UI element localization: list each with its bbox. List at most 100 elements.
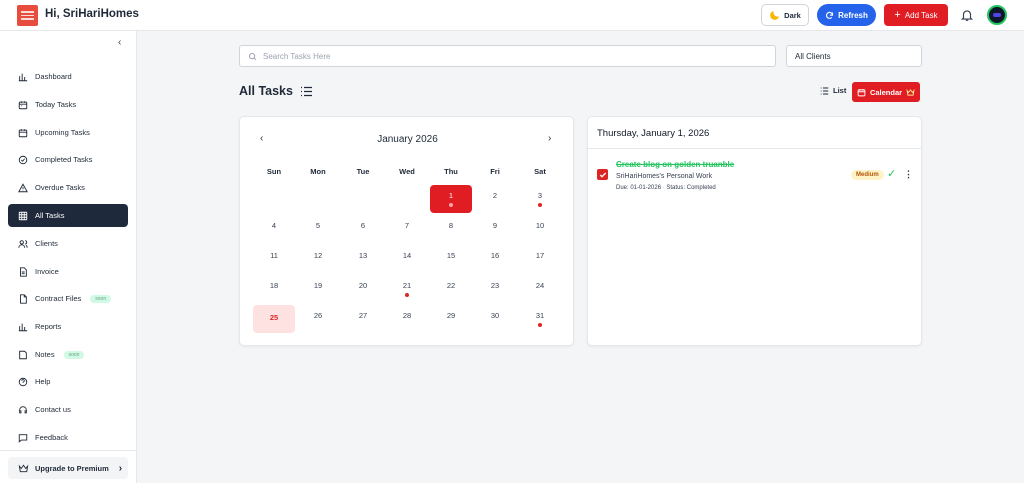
calendar-day[interactable]: 16 xyxy=(474,245,516,273)
calendar-day[interactable]: 4 xyxy=(253,215,295,243)
sidebar-item-label: Upcoming Tasks xyxy=(35,128,90,137)
calendar-day[interactable]: 13 xyxy=(342,245,384,273)
weekday-header: Fri xyxy=(490,167,500,176)
sidebar-footer: Upgrade to Premium › xyxy=(0,450,136,483)
sidebar-item-contract-files[interactable]: Contract Files soon xyxy=(8,287,128,310)
sidebar-item-dashboard[interactable]: Dashboard xyxy=(8,65,128,88)
calendar-day[interactable]: 29 xyxy=(430,305,472,333)
moon-icon xyxy=(770,11,780,20)
checkmark-icon xyxy=(599,172,606,178)
warning-icon xyxy=(18,182,28,192)
sidebar-item-label: Contract Files xyxy=(35,294,82,303)
task-meta: Due: 01-01-2026 · Status: Completed xyxy=(616,185,716,191)
dark-mode-button[interactable]: Dark xyxy=(761,4,809,26)
calendar-day[interactable]: 21 xyxy=(386,275,428,303)
calendar-day[interactable]: 22 xyxy=(430,275,472,303)
sidebar-item-all-tasks[interactable]: All Tasks xyxy=(8,204,128,227)
note-icon xyxy=(19,350,27,359)
calendar-day[interactable]: 27 xyxy=(342,305,384,333)
sidebar-item-feedback[interactable]: Feedback xyxy=(8,426,128,449)
refresh-button[interactable]: Refresh xyxy=(817,4,876,26)
crown-icon xyxy=(18,464,29,472)
sidebar-item-upcoming-tasks[interactable]: Upcoming Tasks xyxy=(8,121,128,144)
page-title-text: All Tasks xyxy=(239,84,293,98)
day-number: 1 xyxy=(448,191,454,200)
sidebar-item-overdue-tasks[interactable]: Overdue Tasks xyxy=(8,176,128,199)
next-month-button[interactable]: › xyxy=(548,133,551,144)
calendar-icon xyxy=(18,128,28,137)
weekday-header: Mon xyxy=(310,167,326,176)
app-logo[interactable] xyxy=(17,5,38,26)
sidebar-item-label: Contact us xyxy=(35,405,71,414)
task-checkbox[interactable] xyxy=(597,169,608,180)
calendar-day[interactable]: 7 xyxy=(386,215,428,243)
file-text-icon xyxy=(20,266,27,277)
collapse-sidebar-icon[interactable]: ‹ xyxy=(118,37,121,48)
sidebar-item-reports[interactable]: Reports xyxy=(8,315,128,338)
calendar-day-icon xyxy=(18,100,28,109)
calendar-day[interactable]: 10 xyxy=(519,215,561,243)
list-icon xyxy=(820,87,829,94)
calendar-day[interactable]: 6 xyxy=(342,215,384,243)
day-number: 18 xyxy=(269,281,279,290)
weekday-header: Sun xyxy=(266,167,282,176)
completed-check-icon: ✓ xyxy=(887,168,897,180)
calendar-day[interactable]: 11 xyxy=(253,245,295,273)
sidebar-item-help[interactable]: Help xyxy=(8,370,128,393)
calendar-day[interactable]: 30 xyxy=(474,305,516,333)
calendar-day[interactable]: 2 xyxy=(474,185,516,213)
calendar-month-label: January 2026 xyxy=(377,134,438,145)
more-options-icon[interactable]: ⋮ xyxy=(904,169,913,180)
calendar-day[interactable]: 8 xyxy=(430,215,472,243)
calendar-day[interactable]: 23 xyxy=(474,275,516,303)
list-filter-icon[interactable] xyxy=(300,86,313,97)
calendar-day[interactable]: 14 xyxy=(386,245,428,273)
calendar-day[interactable]: 12 xyxy=(297,245,339,273)
users-icon xyxy=(18,239,28,248)
sidebar-item-label: Invoice xyxy=(35,267,59,276)
list-view-button[interactable]: List xyxy=(820,86,846,95)
sidebar-item-invoice[interactable]: Invoice xyxy=(8,260,128,283)
add-task-button[interactable]: + Add Task xyxy=(884,4,948,26)
calendar-day[interactable]: 26 xyxy=(297,305,339,333)
calendar-day[interactable]: 28 xyxy=(386,305,428,333)
sidebar-item-label: Notes xyxy=(35,350,55,359)
day-number: 9 xyxy=(492,221,498,230)
sidebar-item-clients[interactable]: Clients xyxy=(8,232,128,255)
sidebar-item-today-tasks[interactable]: Today Tasks xyxy=(8,93,128,116)
calendar-day[interactable]: 1 xyxy=(430,185,472,213)
search-input[interactable]: Search Tasks Here xyxy=(239,45,776,67)
sidebar-item-notes[interactable]: Notes soon xyxy=(8,343,128,366)
calendar-day[interactable]: 15 xyxy=(430,245,472,273)
upgrade-button[interactable]: Upgrade to Premium › xyxy=(8,457,128,479)
sidebar-item-label: Feedback xyxy=(35,433,68,442)
sidebar-item-completed-tasks[interactable]: Completed Tasks xyxy=(8,148,128,171)
client-filter-select[interactable]: All Clients xyxy=(786,45,922,67)
calendar-day[interactable]: 25 xyxy=(253,305,295,333)
calendar-day[interactable]: 9 xyxy=(474,215,516,243)
avatar[interactable] xyxy=(987,5,1007,25)
sidebar: ‹ Dashboard Today Tasks Upcoming Tasks Comp… xyxy=(0,31,137,483)
sidebar-item-label: Reports xyxy=(35,322,62,331)
sidebar-item-contact-us[interactable]: Contact us xyxy=(8,398,128,421)
calendar-day[interactable]: 24 xyxy=(519,275,561,303)
day-number: 29 xyxy=(446,311,456,320)
calendar-view-button[interactable]: Calendar xyxy=(852,82,920,102)
calendar-day[interactable]: 31 xyxy=(519,305,561,333)
calendar-day[interactable]: 19 xyxy=(297,275,339,303)
calendar-day[interactable]: 5 xyxy=(297,215,339,243)
task-panel: Thursday, January 1, 2026 Create blog on… xyxy=(587,116,922,346)
task-status: Status: Completed xyxy=(666,185,716,191)
bell-icon[interactable] xyxy=(960,8,974,22)
task-title[interactable]: Create blog on golden truanble xyxy=(616,160,734,169)
message-icon xyxy=(18,433,28,443)
calendar-day[interactable]: 17 xyxy=(519,245,561,273)
calendar-day[interactable]: 18 xyxy=(253,275,295,303)
day-number: 16 xyxy=(490,251,500,260)
calendar-day[interactable]: 20 xyxy=(342,275,384,303)
day-number: 2 xyxy=(492,191,498,200)
day-number: 22 xyxy=(446,281,456,290)
calendar-day[interactable]: 3 xyxy=(519,185,561,213)
day-number: 30 xyxy=(490,311,500,320)
calendar-view-label: Calendar xyxy=(869,87,903,97)
